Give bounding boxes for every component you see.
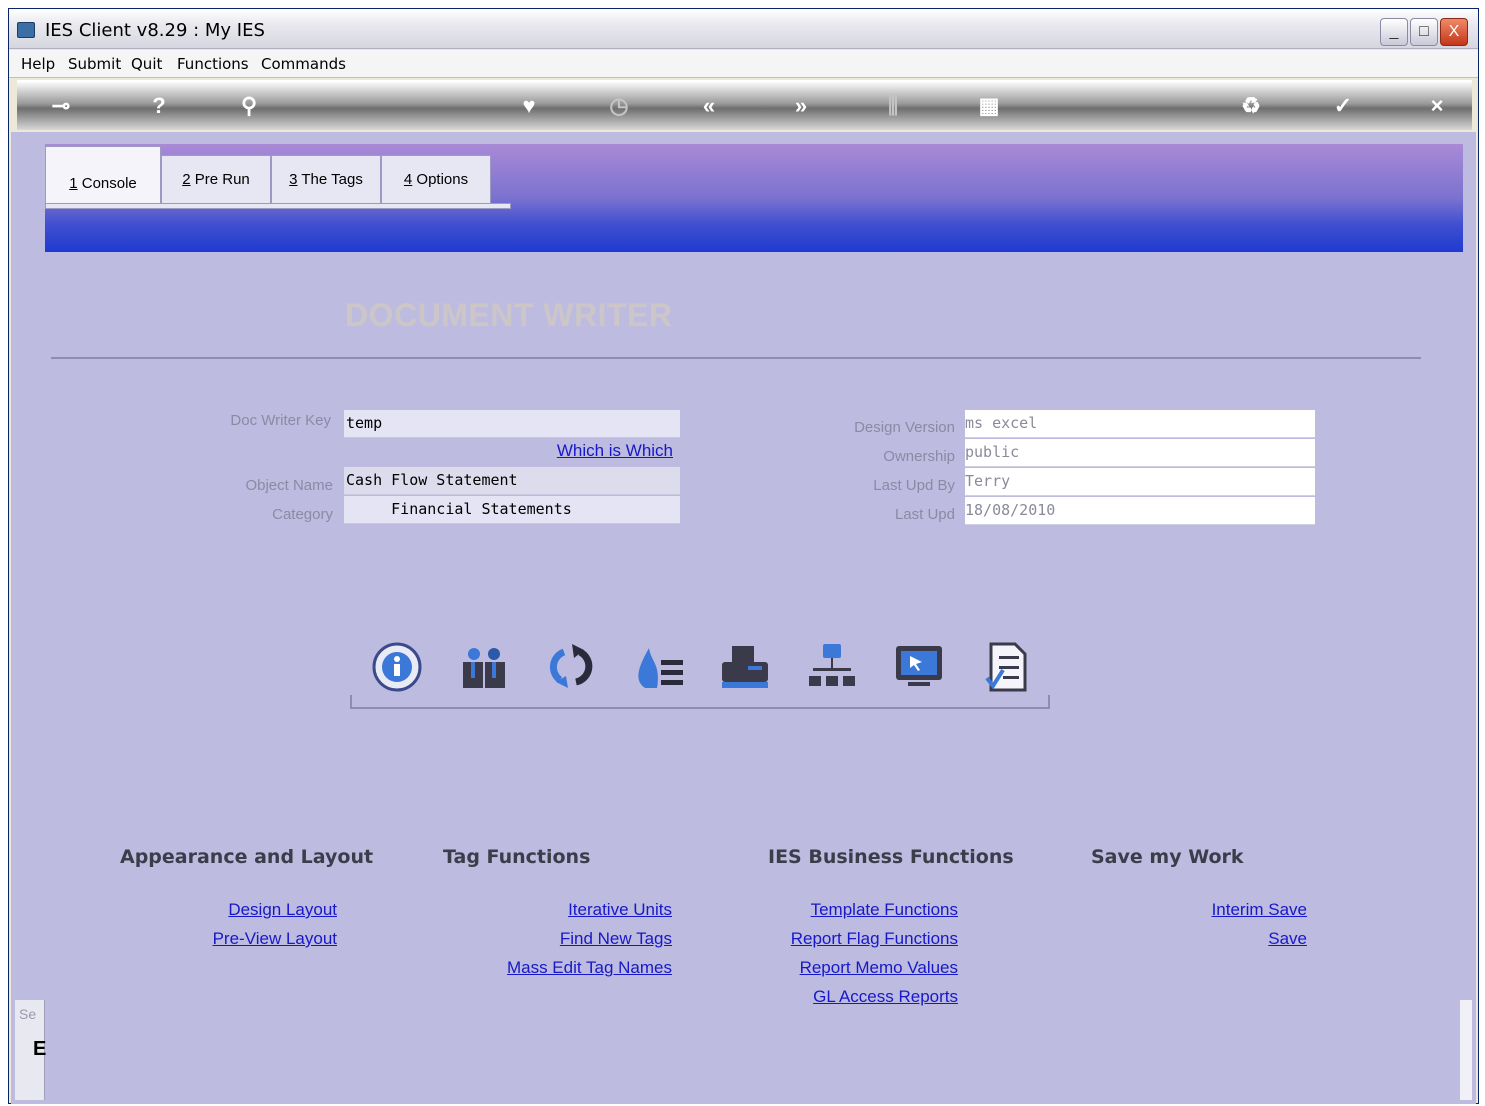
last-upd-field: 18/08/2010 [965,497,1315,525]
refresh-icon[interactable] [544,640,598,694]
design-layout-link[interactable]: Design Layout [111,900,337,920]
pre-view-layout-link[interactable]: Pre-View Layout [111,929,337,949]
which-is-which-link[interactable]: Which is Which [451,441,673,461]
ownership-label: Ownership [883,448,955,465]
menu-bar: Help Submit Quit Functions Commands [9,50,1478,78]
minimize-button[interactable]: _ [1380,18,1408,46]
last-upd-label: Last Upd [894,506,955,523]
save-my-work-heading: Save my Work [1091,846,1244,868]
check-icon[interactable]: ✓ [1329,92,1357,120]
business-functions-heading: IES Business Functions [768,846,1014,868]
window-title: IES Client v8.29 : My IES [45,20,265,41]
side-stub-glyph: E [33,1038,47,1060]
search-icon[interactable]: ⚲ [235,92,263,120]
design-version-label: Design Version [854,419,955,436]
tab-the-tags-num: 3 [289,171,298,188]
icon-bar-right-cap [1048,695,1050,709]
menu-functions[interactable]: Functions [177,55,249,73]
iterative-units-link[interactable]: Iterative Units [441,900,672,920]
tab-console-label: Console [77,175,137,192]
find-new-tags-link[interactable]: Find New Tags [441,929,672,949]
tab-pre-run-label: Pre Run [190,171,250,188]
report-memo-values-link[interactable]: Report Memo Values [731,958,958,978]
right-scrollbar[interactable] [1460,1000,1472,1100]
interim-save-link[interactable]: Interim Save [1111,900,1307,920]
rewind-icon[interactable]: « [695,92,723,120]
last-upd-by-field: Terry [965,468,1315,496]
app-window: IES Client v8.29 : My IES _ □ X Help Sub… [8,8,1479,1104]
monitor-icon[interactable] [892,640,946,694]
main-canvas: 1 Console 2 Pre Run 3 The Tags 4 Options… [11,132,1476,1104]
object-name-label: Object Name [245,477,333,494]
category-field[interactable]: Financial Statements [344,496,680,524]
title-divider [51,357,1421,359]
save-link[interactable]: Save [1111,929,1307,949]
appearance-heading: Appearance and Layout [120,846,374,868]
tab-console-num: 1 [69,175,78,192]
toolbar: ⊸ ? ⚲ ♥ ◷ « » ⫼ ▦ ♻ ✓ × [17,80,1472,130]
org-chart-icon[interactable] [805,640,859,694]
tab-the-tags[interactable]: 3 The Tags [271,155,381,203]
tab-options-label: Options [412,171,469,188]
tab-options-num: 4 [403,171,413,188]
tab-pre-run-num: 2 [182,171,191,188]
template-functions-link[interactable]: Template Functions [731,900,958,920]
gl-access-reports-link[interactable]: GL Access Reports [731,987,958,1007]
icon-bar-left-cap [350,695,352,709]
checklist-document-icon[interactable] [979,640,1033,694]
help-icon[interactable]: ? [145,92,173,120]
tab-the-tags-label: The Tags [297,171,363,188]
mass-edit-tag-names-link[interactable]: Mass Edit Tag Names [441,958,672,978]
menu-commands[interactable]: Commands [261,55,346,73]
design-version-field: ms excel [965,410,1315,438]
tab-console[interactable]: 1 Console [45,146,161,204]
close-window-button[interactable]: X [1440,18,1468,46]
menu-quit[interactable]: Quit [131,55,162,73]
category-label: Category [272,506,333,523]
last-upd-by-label: Last Upd By [873,477,955,494]
menu-submit[interactable]: Submit [68,55,121,73]
app-icon [17,22,35,38]
fire-list-icon[interactable] [631,640,685,694]
close-icon[interactable]: × [1423,92,1451,120]
menu-help[interactable]: Help [21,55,55,73]
heart-icon[interactable]: ♥ [515,92,543,120]
icon-bar-line [350,707,1050,709]
tab-strip-base [45,203,511,209]
clock-icon[interactable]: ◷ [605,92,633,120]
object-name-field[interactable]: Cash Flow Statement [344,467,680,495]
forward-icon[interactable]: » [787,92,815,120]
tag-functions-heading: Tag Functions [443,846,591,868]
ownership-field: public [965,439,1315,467]
people-icon[interactable] [457,640,511,694]
doc-writer-key-label: Doc Writer Key [230,412,331,429]
side-stub-text: Se [19,1006,37,1022]
doc-writer-key-field[interactable]: temp [344,410,680,438]
header-band: 1 Console 2 Pre Run 3 The Tags 4 Options [45,144,1463,252]
side-panel-stub[interactable]: Se E [15,1000,47,1100]
tab-pre-run[interactable]: 2 Pre Run [161,155,271,203]
page-title: DOCUMENT WRITER [345,297,673,333]
grid-icon[interactable]: ▦ [975,92,1003,120]
report-flag-functions-link[interactable]: Report Flag Functions [731,929,958,949]
tab-options[interactable]: 4 Options [381,155,491,203]
info-icon[interactable] [370,640,424,694]
title-bar: IES Client v8.29 : My IES _ □ X [9,9,1478,49]
maximize-button[interactable]: □ [1410,18,1438,46]
columns-icon[interactable]: ⫼ [879,92,907,120]
recycle-icon[interactable]: ♻ [1237,92,1265,120]
printer-icon[interactable] [718,640,772,694]
key-icon[interactable]: ⊸ [47,92,75,120]
